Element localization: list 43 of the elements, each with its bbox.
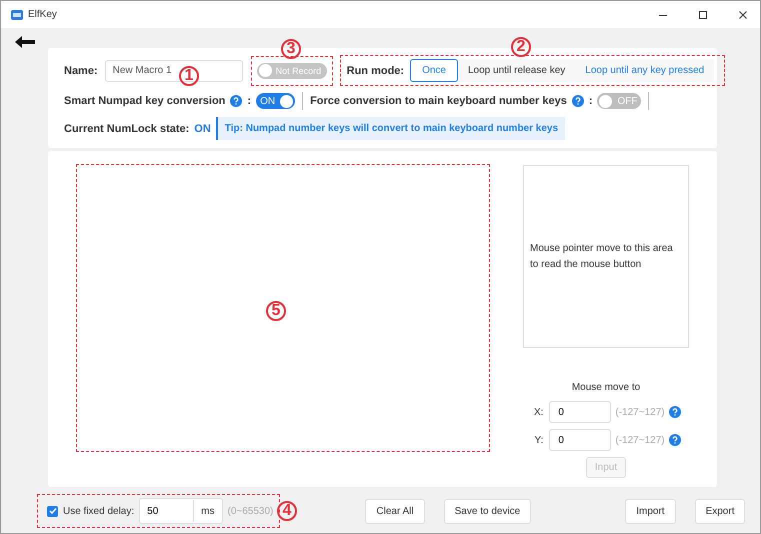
- numlock-state: ON: [194, 122, 211, 134]
- range-hint: (0~65530): [228, 506, 274, 516]
- help-icon[interactable]: [668, 406, 681, 418]
- back-arrow-icon[interactable]: [15, 36, 35, 48]
- tip-text: Tip: Numpad number keys will convert to main keyboard number keys: [216, 117, 566, 140]
- coordinate-label: Y:: [533, 434, 544, 446]
- annotation-number: 2: [511, 37, 531, 57]
- annotation-number: 1: [179, 66, 199, 86]
- close-button[interactable]: [738, 10, 748, 20]
- label-colon: :: [588, 95, 592, 107]
- checkbox[interactable]: [47, 506, 58, 516]
- setting-label: Smart Numpad key conversion: [64, 95, 226, 107]
- delay-label: Use fixed delay:: [63, 506, 134, 516]
- window-title: ElfKey: [28, 9, 58, 20]
- setting-label: Force conversion to main keyboard number keys: [310, 95, 567, 107]
- annotation-number: 4: [277, 501, 297, 521]
- range-hint: (-127~127): [615, 406, 665, 418]
- mouse-move-label: Mouse move to: [572, 382, 640, 393]
- toggle-switch[interactable]: ON: [256, 93, 296, 109]
- name-label: Name:: [64, 64, 98, 76]
- footer-button[interactable]: Import: [625, 498, 676, 524]
- help-icon[interactable]: [668, 434, 681, 446]
- run-mode-option[interactable]: Loop until any key pressed: [575, 59, 714, 82]
- footer-button[interactable]: Export: [694, 498, 746, 524]
- label-colon: :: [247, 95, 252, 107]
- mouse-read-area[interactable]: Mouse pointer move to this area to read the mouse button: [523, 165, 689, 348]
- range-hint: (-127~127): [615, 434, 665, 446]
- help-icon[interactable]: [572, 95, 584, 107]
- help-icon[interactable]: [230, 95, 242, 107]
- run-mode-option[interactable]: Once: [410, 59, 458, 82]
- run-mode-option[interactable]: Loop until release key: [458, 59, 576, 82]
- footer-button[interactable]: Clear All: [365, 498, 425, 524]
- annotation-number: 3: [281, 39, 301, 59]
- numlock-label: Current NumLock state:: [64, 122, 190, 134]
- footer-button[interactable]: Save to device: [444, 498, 532, 524]
- coordinate-field[interactable]: 0: [549, 401, 612, 423]
- coordinate-field[interactable]: 0: [549, 429, 612, 451]
- run-mode-label: Run mode:: [346, 64, 404, 76]
- app-icon: [11, 8, 23, 20]
- delay-field[interactable]: 50 ms: [139, 498, 222, 524]
- coordinate-label: X:: [532, 406, 544, 418]
- annotation-number: 5: [266, 301, 286, 321]
- maximize-button[interactable]: [698, 10, 708, 20]
